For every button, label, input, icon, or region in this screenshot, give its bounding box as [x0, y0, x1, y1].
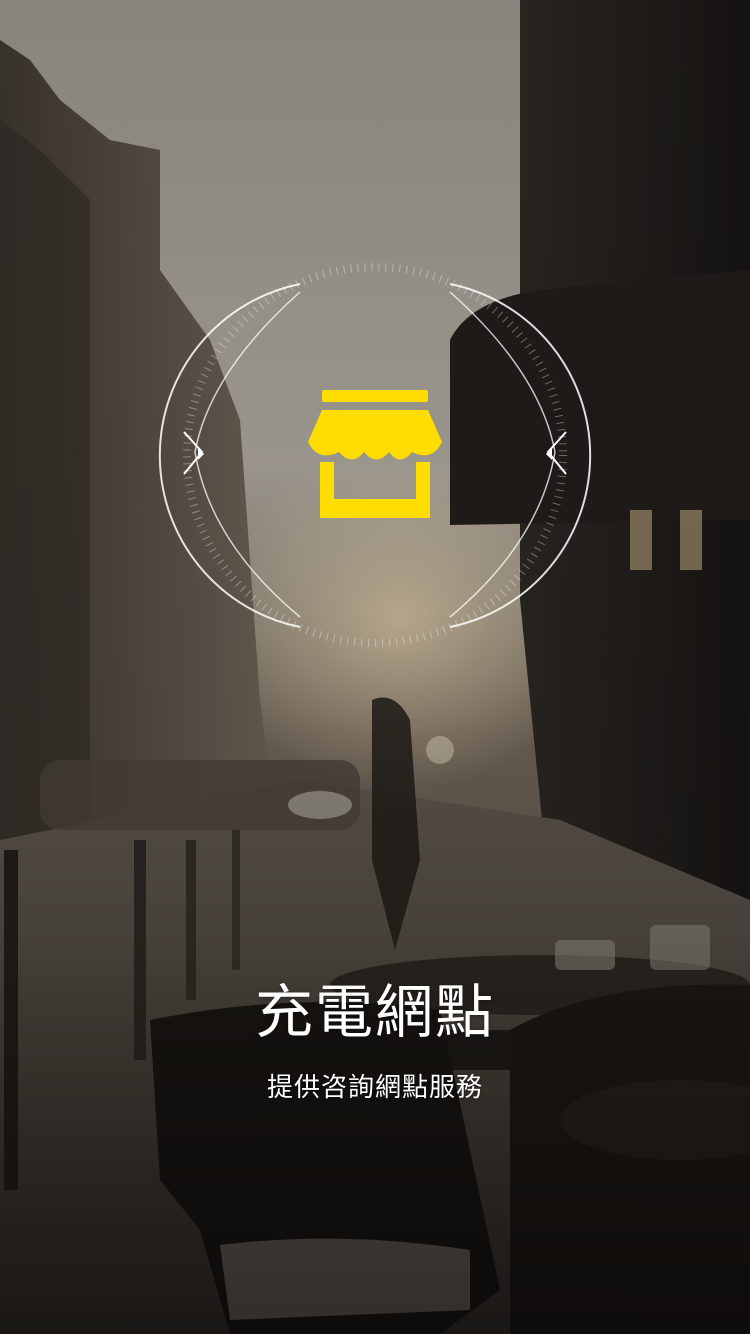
emblem-arc-right [449, 283, 592, 628]
logo-emblem [158, 263, 592, 647]
emblem-arc-left [158, 283, 301, 628]
store-icon [308, 390, 442, 518]
background-photo [0, 0, 750, 1334]
app-subtitle: 提供咨詢網點服務 [266, 1073, 483, 1103]
splash-screen: 充電網點 提供咨詢網點服務 [0, 0, 750, 1334]
emblem-arc-left-inner [194, 291, 301, 618]
emblem-arc-right-inner [449, 291, 556, 618]
app-title: 充電網點 [254, 978, 495, 1046]
